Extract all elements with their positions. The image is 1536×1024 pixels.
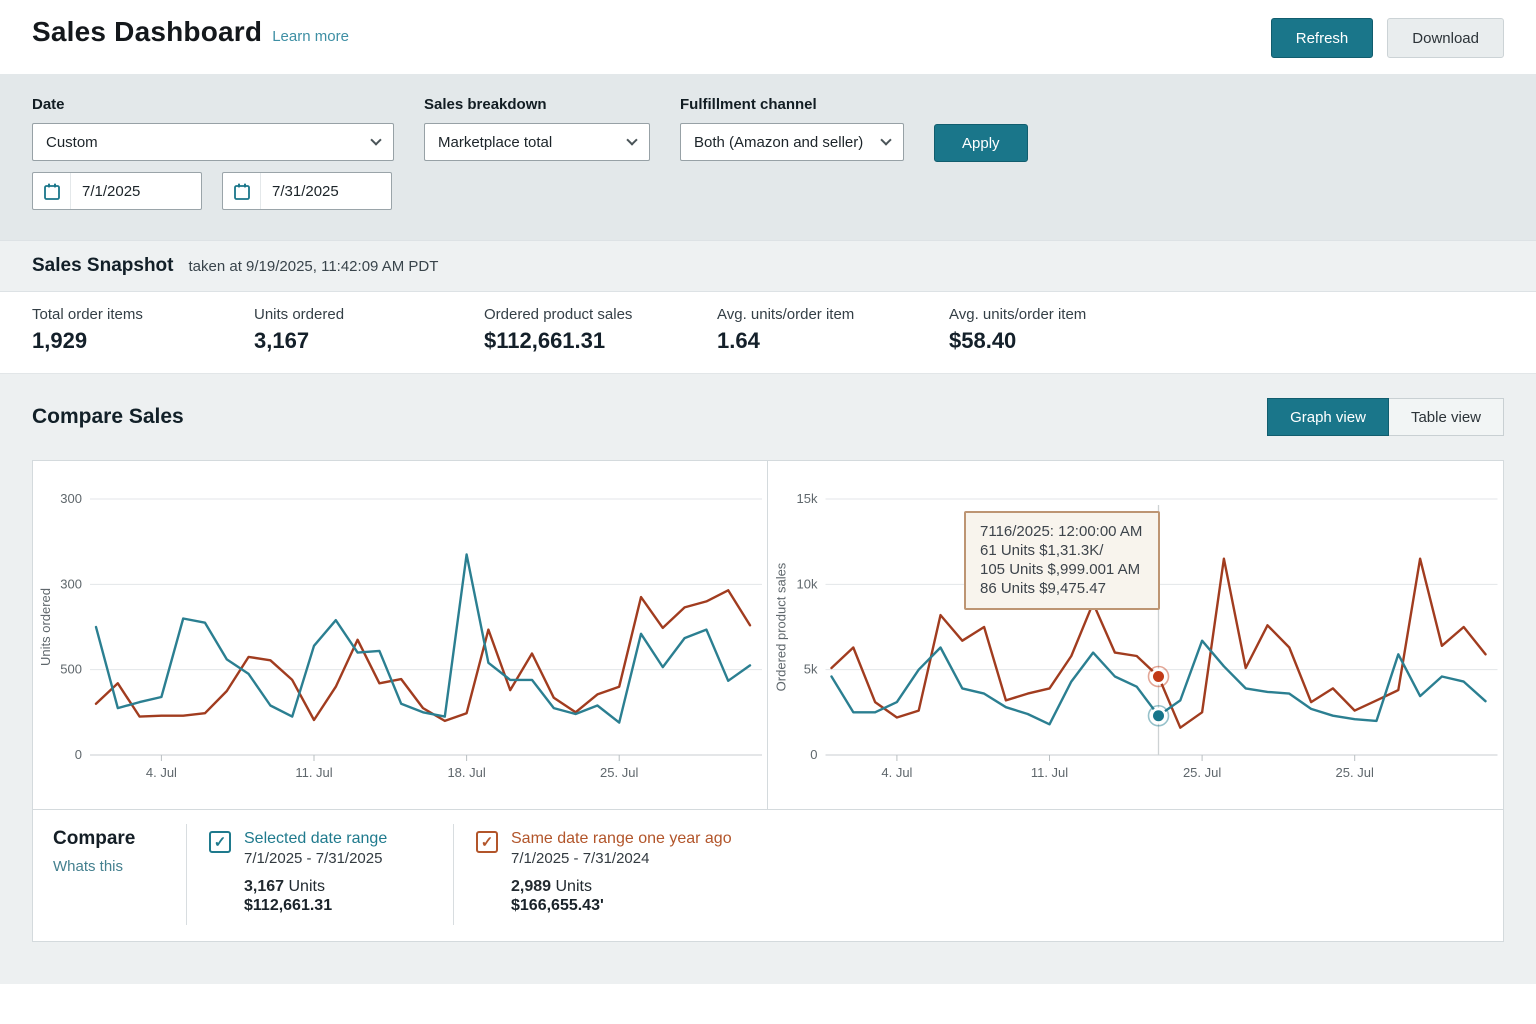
- sales-breakdown-select[interactable]: Marketplace total: [424, 123, 650, 161]
- legend-item-units: 2,989 Units: [511, 878, 732, 896]
- svg-text:0: 0: [810, 747, 817, 762]
- fulfillment-channel-label: Fulfillment channel: [680, 96, 904, 113]
- legend-item-label: Same date range one year ago: [511, 830, 732, 848]
- date-from-value: 7/1/2025: [71, 183, 140, 200]
- sales-breakdown-label: Sales breakdown: [424, 96, 650, 113]
- metric-ordered-product-sales: Ordered product sales $112,661.31: [484, 306, 717, 373]
- selected-range-checkbox[interactable]: ✓: [209, 831, 231, 853]
- learn-more-link[interactable]: Learn more: [272, 28, 349, 45]
- metric-units-ordered: Units ordered 3,167: [254, 306, 484, 373]
- svg-text:11. Jul: 11. Jul: [295, 765, 332, 780]
- svg-text:300: 300: [60, 576, 82, 591]
- chevron-down-icon: [370, 134, 381, 145]
- calendar-icon[interactable]: [223, 173, 261, 209]
- svg-text:25. Jul: 25. Jul: [1336, 765, 1374, 780]
- table-view-button[interactable]: Table view: [1389, 398, 1504, 436]
- svg-text:4. Jul: 4. Jul: [881, 765, 912, 780]
- units-count: 3,167: [244, 878, 284, 895]
- legend-item-range: 7/1/2025 - 7/31/2025: [244, 850, 387, 867]
- page-header: Sales Dashboard Learn more Refresh Downl…: [0, 0, 1536, 74]
- tooltip-line: 86 Units $9,475.47: [980, 579, 1142, 598]
- filter-bar: Date Custom 7/1/2025: [0, 74, 1536, 240]
- metric-value: 3,167: [254, 328, 484, 354]
- compare-sales-title: Compare Sales: [32, 405, 184, 429]
- date-range-value: Custom: [46, 134, 98, 151]
- compare-sales-panel: 300 300 500 0 Units ordered 4. Jul 11. Jul 18. …: [32, 460, 1504, 942]
- metric-avg-sales-order-item: Avg. units/order item $58.40: [949, 306, 1086, 373]
- svg-text:10k: 10k: [797, 576, 818, 591]
- chevron-down-icon: [880, 134, 891, 145]
- svg-text:11. Jul: 11. Jul: [1031, 765, 1068, 780]
- svg-text:Units ordered: Units ordered: [38, 588, 53, 666]
- apply-button[interactable]: Apply: [934, 124, 1028, 162]
- fulfillment-channel-select[interactable]: Both (Amazon and seller): [680, 123, 904, 161]
- compare-sales-section: Compare Sales Graph view Table view 3003…: [0, 374, 1536, 984]
- metric-value: $58.40: [949, 328, 1086, 354]
- date-range-select[interactable]: Custom: [32, 123, 394, 161]
- page-title: Sales Dashboard: [32, 16, 262, 48]
- metric-label: Avg. units/order item: [717, 306, 949, 323]
- metric-label: Ordered product sales: [484, 306, 717, 323]
- metric-label: Total order items: [32, 306, 254, 323]
- metric-value: $112,661.31: [484, 328, 717, 354]
- legend-item-range: 7/1/2025 - 7/31/2024: [511, 850, 732, 867]
- svg-text:25. Jul: 25. Jul: [600, 765, 638, 780]
- chevron-down-icon: [626, 134, 637, 145]
- date-from-input[interactable]: 7/1/2025: [32, 172, 202, 210]
- metric-avg-units-order-item: Avg. units/order item 1.64: [717, 306, 949, 373]
- metric-label: Avg. units/order item: [949, 306, 1086, 323]
- fulfillment-channel-value: Both (Amazon and seller): [694, 134, 863, 151]
- date-to-value: 7/31/2025: [261, 183, 339, 200]
- metric-value: 1,929: [32, 328, 254, 354]
- chart-tooltip: 7116/2025: 12:00:00 AM61 Units $1,31.3K/…: [964, 511, 1160, 610]
- svg-text:300: 300: [60, 491, 82, 506]
- metric-label: Units ordered: [254, 306, 484, 323]
- svg-text:4. Jul: 4. Jul: [146, 765, 177, 780]
- refresh-button[interactable]: Refresh: [1271, 18, 1374, 58]
- year-ago-checkbox[interactable]: ✓: [476, 831, 498, 853]
- legend-title: Compare: [53, 828, 186, 850]
- whats-this-link[interactable]: Whats this: [53, 858, 123, 875]
- svg-text:18. Jul: 18. Jul: [447, 765, 485, 780]
- graph-view-button[interactable]: Graph view: [1267, 398, 1389, 436]
- view-toggle: Graph view Table view: [1267, 398, 1504, 436]
- svg-text:15k: 15k: [797, 491, 818, 506]
- legend-item-selected-range: ✓ Selected date range 7/1/2025 - 7/31/20…: [187, 828, 453, 915]
- metric-total-order-items: Total order items 1,929: [32, 306, 254, 373]
- date-to-input[interactable]: 7/31/2025: [222, 172, 392, 210]
- svg-text:500: 500: [60, 662, 82, 677]
- calendar-icon[interactable]: [33, 173, 71, 209]
- svg-text:Ordered product sales: Ordered product sales: [774, 562, 789, 691]
- chart-legend: Compare Whats this ✓ Selected date range…: [33, 809, 1503, 941]
- legend-item-units: 3,167 Units: [244, 878, 387, 896]
- date-filter-label: Date: [32, 96, 394, 113]
- metric-value: 1.64: [717, 328, 949, 354]
- snapshot-metrics-row: Total order items 1,929 Units ordered 3,…: [0, 292, 1536, 374]
- units-word: Units: [289, 878, 325, 895]
- units-word: Units: [556, 878, 592, 895]
- svg-text:0: 0: [75, 747, 82, 762]
- tooltip-line: 61 Units $1,31.3K/: [980, 541, 1142, 560]
- tooltip-line: 105 Units $,999.001 AM: [980, 560, 1142, 579]
- sales-snapshot-title: Sales Snapshot: [32, 255, 174, 277]
- legend-item-label: Selected date range: [244, 830, 387, 848]
- tooltip-line: 7116/2025: 12:00:00 AM: [980, 522, 1142, 541]
- chart-svg: 300 300 500 0 Units ordered 4. Jul 11. Jul 18. …: [33, 461, 767, 809]
- units-ordered-chart[interactable]: 300 300 500 0 Units ordered 4. Jul 11. Jul 18. …: [33, 461, 768, 809]
- sales-snapshot-header: Sales Snapshot taken at 9/19/2025, 11:42…: [0, 240, 1536, 292]
- units-count: 2,989: [511, 878, 551, 895]
- svg-text:5k: 5k: [804, 662, 818, 677]
- legend-item-sales: $112,661.31: [244, 897, 387, 915]
- snapshot-timestamp: taken at 9/19/2025, 11:42:09 AM PDT: [189, 258, 439, 275]
- legend-item-sales: $166,655.43': [511, 897, 732, 915]
- ordered-product-sales-chart[interactable]: 15k 10k 5k 0 Ordered product sales 4. Jul 11. …: [768, 461, 1503, 809]
- legend-item-year-ago: ✓ Same date range one year ago 7/1/2025 …: [454, 828, 770, 915]
- svg-text:25. Jul: 25. Jul: [1183, 765, 1221, 780]
- download-button[interactable]: Download: [1387, 18, 1504, 58]
- sales-breakdown-value: Marketplace total: [438, 134, 552, 151]
